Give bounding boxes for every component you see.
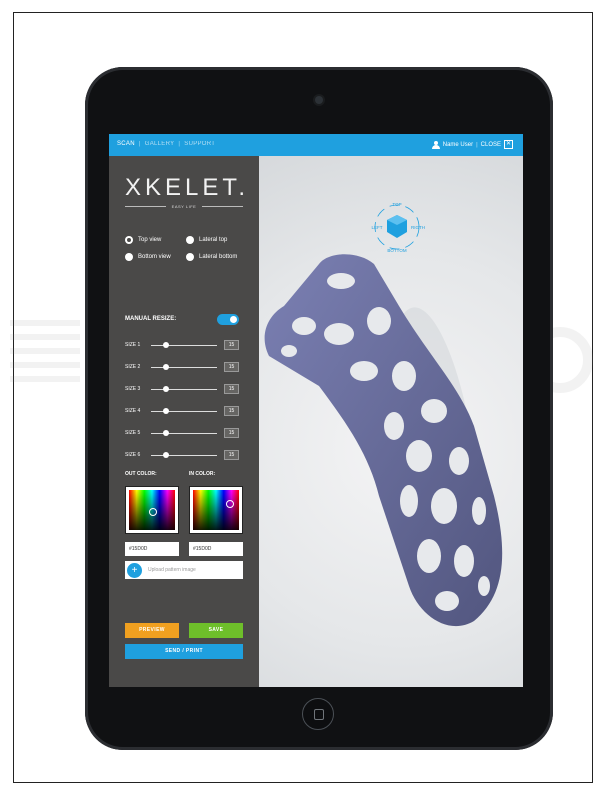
size-label: SIZE 5 (125, 430, 141, 436)
radio-icon (125, 253, 133, 261)
size-value[interactable]: 15 (224, 428, 239, 438)
add-icon[interactable]: + (127, 562, 142, 578)
upload-placeholder: Upload pattern image (148, 567, 196, 573)
slider-track[interactable] (151, 411, 217, 412)
size-label: SIZE 3 (125, 386, 141, 392)
size-label: SIZE 6 (125, 452, 141, 458)
color-cursor[interactable] (226, 500, 234, 508)
user-name[interactable]: Name User (443, 142, 473, 148)
send-print-button[interactable]: SEND / PRINT (125, 644, 243, 659)
slider-handle[interactable] (163, 408, 169, 414)
user-icon (431, 140, 440, 149)
divider (125, 206, 166, 207)
tab-separator: | (138, 141, 141, 147)
manual-resize-label: MANUAL RESIZE: (125, 316, 177, 322)
radio-label: Top view (138, 237, 162, 243)
size-label: SIZE 4 (125, 408, 141, 414)
tablet-camera (315, 96, 323, 104)
divider (202, 206, 244, 207)
size-slider-2: SIZE 2 15 (125, 362, 243, 374)
size-value[interactable]: 15 (224, 340, 239, 350)
size-label: SIZE 1 (125, 342, 141, 348)
3d-viewport[interactable]: TOP LEFT RIGTH BOTTOM (259, 156, 523, 687)
out-color-hex-input[interactable] (125, 542, 179, 556)
preview-button[interactable]: PREVIEW (125, 623, 179, 638)
radio-icon (186, 253, 194, 261)
size-value[interactable]: 15 (224, 450, 239, 460)
tab-gallery[interactable]: GALLERY (145, 141, 175, 147)
brand-subtitle: EASY LIFE (125, 204, 244, 209)
cast-3d-model[interactable] (259, 156, 523, 687)
size-slider-1: SIZE 1 15 (125, 340, 243, 352)
save-button[interactable]: SAVE (189, 623, 243, 638)
color-gradient (129, 490, 175, 530)
user-area: Name User | CLOSE ✕ (431, 140, 513, 149)
radio-label: Bottom view (138, 254, 171, 260)
radio-bottom-view[interactable]: Bottom view (125, 253, 171, 261)
slider-handle[interactable] (163, 364, 169, 370)
size-label: SIZE 2 (125, 364, 141, 370)
home-button[interactable] (302, 698, 334, 730)
slider-track[interactable] (151, 433, 217, 434)
size-value[interactable]: 15 (224, 362, 239, 372)
main-tabs: SCAN | GALLERY | SUPPORT (117, 141, 215, 147)
sidebar: XKELET. EASY LIFE Top view Lateral top B… (109, 156, 259, 687)
slider-track[interactable] (151, 389, 217, 390)
size-slider-6: SIZE 6 15 (125, 450, 243, 462)
manual-resize-toggle[interactable] (217, 314, 239, 325)
in-color-picker[interactable] (189, 486, 243, 534)
color-cursor[interactable] (149, 508, 157, 516)
size-value[interactable]: 15 (224, 406, 239, 416)
upload-pattern-field[interactable]: + Upload pattern image (125, 561, 243, 579)
out-color-label: OUT COLOR: (125, 471, 157, 477)
size-slider-5: SIZE 5 15 (125, 428, 243, 440)
slider-handle[interactable] (163, 342, 169, 348)
tab-scan[interactable]: SCAN (117, 141, 135, 147)
close-icon[interactable]: ✕ (504, 140, 513, 149)
toggle-knob (230, 316, 237, 323)
radio-lateral-bottom[interactable]: Lateral bottom (186, 253, 237, 261)
slider-track[interactable] (151, 455, 217, 456)
app-screen: SCAN | GALLERY | SUPPORT Name User | CLO… (109, 134, 523, 687)
slider-handle[interactable] (163, 452, 169, 458)
slider-track[interactable] (151, 345, 217, 346)
top-bar: SCAN | GALLERY | SUPPORT Name User | CLO… (109, 134, 523, 156)
radio-icon (186, 236, 194, 244)
tab-support[interactable]: SUPPORT (184, 141, 215, 147)
radio-top-view[interactable]: Top view (125, 236, 161, 244)
brand-tagline: EASY LIFE (171, 204, 197, 209)
in-color-hex-input[interactable] (189, 542, 243, 556)
home-button-icon (314, 709, 324, 720)
slider-handle[interactable] (163, 430, 169, 436)
radio-label: Lateral top (199, 237, 228, 243)
tab-separator: | (178, 141, 181, 147)
size-value[interactable]: 15 (224, 384, 239, 394)
radio-lateral-top[interactable]: Lateral top (186, 236, 227, 244)
user-separator: | (476, 141, 478, 148)
out-color-picker[interactable] (125, 486, 179, 534)
radio-label: Lateral bottom (199, 254, 238, 260)
slider-track[interactable] (151, 367, 217, 368)
size-slider-3: SIZE 3 15 (125, 384, 243, 396)
in-color-label: IN COLOR: (189, 471, 216, 477)
radio-selected-icon (125, 236, 133, 244)
color-gradient (193, 490, 239, 530)
close-label[interactable]: CLOSE (481, 142, 501, 148)
size-slider-4: SIZE 4 15 (125, 406, 243, 418)
brand-logo: XKELET. (125, 174, 250, 201)
slider-handle[interactable] (163, 386, 169, 392)
